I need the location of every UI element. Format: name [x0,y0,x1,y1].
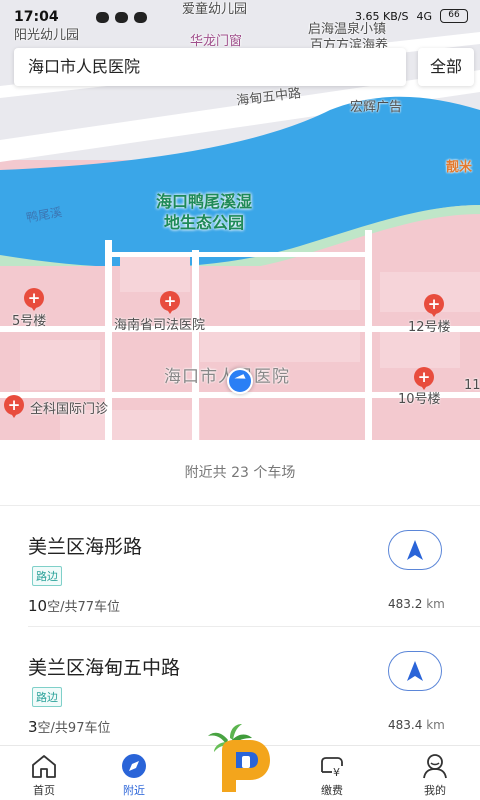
lot-name: 美兰区海甸五中路 [28,657,181,679]
notification-icons [96,12,147,23]
hospital-pin-icon[interactable]: + [424,294,444,317]
signal-icon: 4G [416,9,432,23]
lot-spaces: 10空/共77车位 [28,596,120,615]
tab-nearby[interactable]: 附近 [94,746,174,800]
search-input[interactable]: 海口市人民医院 [14,48,406,86]
hospital-pin-icon[interactable]: + [4,395,24,418]
status-right: 3.65 KB/S 4G 66 [355,9,468,23]
distance-value: 483.2 [388,597,423,611]
user-icon [423,754,447,779]
hospital-pin-icon[interactable]: + [414,367,434,390]
tab-pay[interactable]: ¥ 缴费 [292,746,372,800]
lot-distance: 483.2 km [388,597,445,611]
navigate-button[interactable] [388,530,442,570]
map-label-justice: 海南省司法医院 [114,318,206,333]
app-logo[interactable] [206,722,274,794]
lot-free-count: 3 [28,718,38,736]
lot-free-count: 10 [28,597,48,615]
lot-distance: 483.4 km [388,718,445,732]
tab-nearby-label: 附近 [123,784,145,797]
tab-mine-label: 我的 [424,784,446,797]
sheet-title: 附近共 23 个车场 [0,440,480,506]
lot-spaces: 3空/共97车位 [28,717,110,736]
lot-tag: 路边 [32,566,62,586]
map-label-quanke: 全科国际门诊 [30,402,109,417]
map-label-hongwei: 宏辉广告 [350,100,403,115]
tab-home-label: 首页 [33,784,55,797]
navigation-arrow-icon [407,661,423,681]
distance-unit: km [426,597,445,611]
tab-mine[interactable]: 我的 [395,746,475,800]
tab-home[interactable]: 首页 [4,746,84,800]
filter-dropdown[interactable]: 全部 [418,48,474,86]
parking-list-sheet[interactable]: 附近共 23 个车场 美兰区海彤路 路边 10空/共77车位 483.2 km … [0,440,480,745]
map-label-lanmi: 靓米 [446,160,473,175]
navigate-button[interactable] [388,651,442,691]
lot-name: 美兰区海彤路 [28,536,143,558]
map-label-building5: 5号楼 [12,314,47,329]
home-icon [32,755,56,778]
notification-icon [134,12,147,23]
lot-spaces-text: 空/共77车位 [47,600,121,615]
notification-icon [115,12,128,23]
status-time: 17:04 [14,9,59,25]
svg-text:¥: ¥ [333,766,340,779]
map-label-building10: 10号楼 [398,392,441,407]
battery-icon: 66 [440,9,468,23]
map-label-building11: 11 [464,378,480,393]
current-location-icon [227,368,253,394]
lot-tag: 路边 [32,687,62,707]
hospital-pin-icon[interactable]: + [24,288,44,311]
compass-icon [122,754,146,778]
distance-value: 483.4 [388,718,423,732]
car-payment-icon: ¥ [321,757,343,779]
map-label-building12: 12号楼 [408,320,451,335]
distance-unit: km [426,718,445,732]
hospital-pin-icon[interactable]: + [160,291,180,314]
lot-spaces-text: 空/共97车位 [37,721,111,736]
parking-lot-item[interactable]: 美兰区海彤路 路边 10空/共77车位 483.2 km [0,506,480,626]
status-bar: 17:04 3.65 KB/S 4G 66 [0,0,480,36]
network-speed: 3.65 KB/S [355,9,409,23]
tab-pay-label: 缴费 [321,784,343,797]
map-label-park: 海口鸭尾溪湿 地生态公园 [156,192,253,232]
navigation-arrow-icon [407,540,423,560]
notification-icon [96,12,109,23]
